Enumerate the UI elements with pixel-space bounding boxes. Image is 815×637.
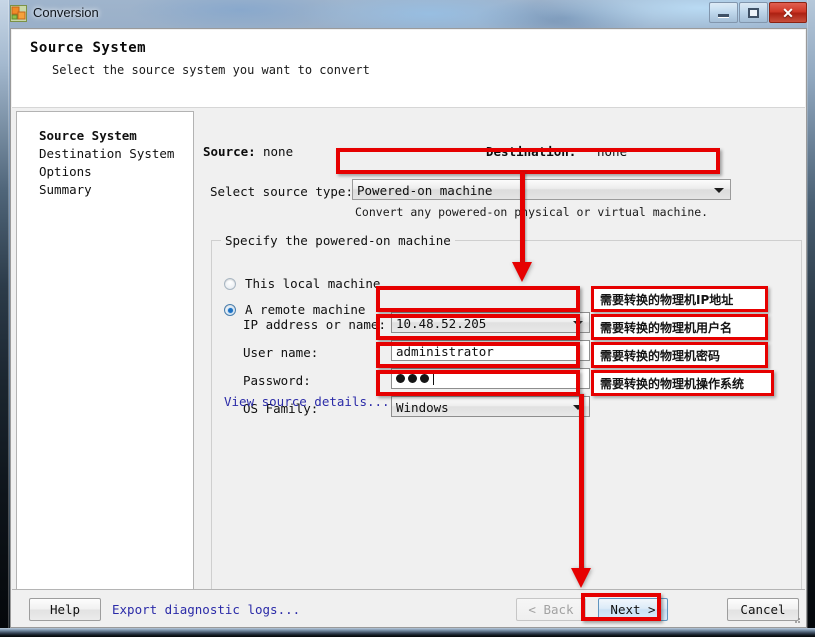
window-bottom-border (0, 628, 815, 637)
destination-value: none (597, 144, 628, 159)
next-button[interactable]: Next > (598, 598, 668, 621)
dialog-footer: Help Export diagnostic logs... < Back Ne… (12, 589, 805, 627)
user-name-input[interactable]: administrator (391, 340, 590, 361)
back-button[interactable]: < Back (516, 598, 586, 621)
window-title: Conversion (33, 5, 99, 20)
sidebar-item-source-system[interactable]: Source System (39, 128, 137, 143)
page-title: Source System (30, 40, 147, 56)
minimize-icon (718, 14, 729, 17)
maximize-icon (748, 7, 759, 18)
ip-address-combo[interactable]: 10.48.52.205 (391, 312, 590, 333)
chevron-down-icon (714, 188, 724, 193)
chevron-down-icon (573, 405, 583, 410)
view-source-details-link[interactable]: View source details... (224, 394, 390, 409)
sidebar-item-summary[interactable]: Summary (39, 182, 92, 197)
ip-address-label: IP address or name: (243, 317, 386, 332)
user-name-label: User name: (243, 345, 319, 360)
maximize-button[interactable] (739, 2, 768, 23)
wizard-steps-sidebar: Source System Destination System Options… (16, 111, 194, 606)
sidebar-item-options[interactable]: Options (39, 164, 92, 179)
conversion-window: Conversion ✕ Source System Select the so… (0, 0, 815, 637)
password-label: Password: (243, 373, 311, 388)
radio-label-local: This local machine (245, 276, 381, 291)
sidebar-item-destination-system[interactable]: Destination System (39, 146, 174, 161)
password-masked-value (396, 372, 434, 385)
help-button[interactable]: Help (29, 598, 101, 621)
source-type-value: Powered-on machine (357, 183, 493, 198)
password-input[interactable] (391, 368, 590, 389)
dialog-client-area: Source System Select the source system y… (10, 28, 807, 628)
source-type-hint: Convert any powered-on physical or virtu… (355, 205, 709, 219)
wizard-main-pane: Source: none Destination: none Select so… (197, 111, 802, 618)
resize-grip[interactable] (791, 614, 801, 624)
source-value: none (263, 144, 294, 159)
user-name-value: administrator (396, 344, 494, 359)
source-type-label: Select source type: (210, 184, 353, 199)
powered-on-machine-group-title: Specify the powered-on machine (221, 233, 455, 248)
close-button[interactable]: ✕ (769, 2, 807, 23)
destination-label: Destination: (486, 144, 577, 159)
source-label: Source: (203, 144, 256, 159)
radio-label-remote: A remote machine (245, 302, 366, 317)
page-subtitle: Select the source system you want to con… (52, 63, 370, 77)
window-right-border (807, 0, 815, 637)
os-family-value: Windows (396, 400, 449, 415)
chevron-down-icon (573, 321, 583, 326)
radio-indicator-remote (224, 304, 236, 316)
title-bar[interactable]: Conversion ✕ (0, 0, 815, 28)
ip-address-value: 10.48.52.205 (396, 316, 487, 331)
source-type-combo[interactable]: Powered-on machine (352, 179, 731, 200)
radio-indicator-local (224, 278, 236, 290)
window-left-border (0, 0, 9, 637)
vmware-converter-icon (10, 5, 27, 22)
close-icon: ✕ (782, 4, 794, 21)
os-family-combo[interactable]: Windows (391, 396, 590, 417)
cancel-button[interactable]: Cancel (727, 598, 799, 621)
export-diagnostic-logs-link[interactable]: Export diagnostic logs... (112, 602, 300, 617)
powered-on-machine-group (211, 240, 802, 611)
wizard-header: Source System Select the source system y… (12, 30, 805, 108)
minimize-button[interactable] (709, 2, 738, 23)
